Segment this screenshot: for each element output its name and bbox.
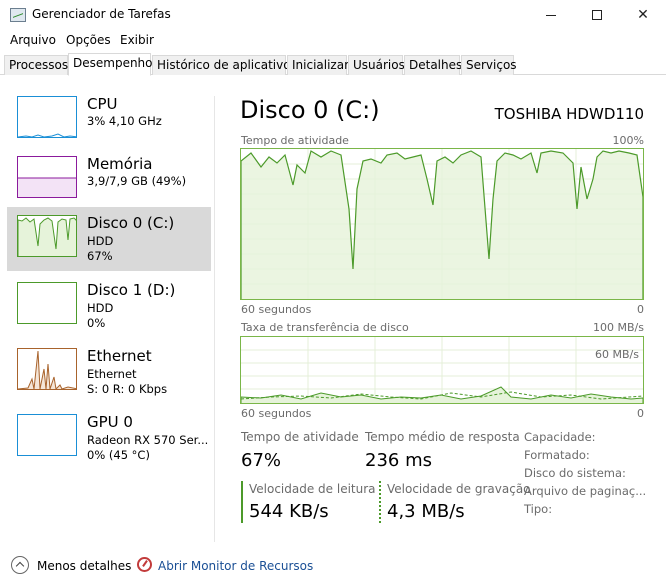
minimize-icon [546,14,556,16]
sidebar-gpu-name: GPU 0 [87,413,133,431]
gpu-thumbnail [17,414,77,456]
sidebar-disco1-type: HDD [87,301,114,315]
transfer-graph-label: Taxa de transferência de disco [241,321,409,334]
prop-tipo: Tipo: [524,502,553,516]
active-time-value: 67% [241,450,282,471]
tab-servicos[interactable]: Serviços [461,55,517,75]
write-speed-indicator [379,481,381,523]
sidebar-memoria-usage: 3,9/7,9 GB (49%) [87,174,187,188]
active-time-graph-label: Tempo de atividade [241,134,349,147]
sidebar-item-ethernet[interactable]: Ethernet Ethernet S: 0 R: 0 Kbps [7,340,211,404]
disk1-thumbnail [17,282,77,324]
sidebar-disco0-type: HDD [87,234,114,248]
resource-list: CPU 3% 4,10 GHz Memória 3,9/7,9 GB (49%)… [0,88,212,468]
response-time-label: Tempo médio de resposta [365,430,520,444]
tab-processos[interactable]: Processos [4,55,68,75]
write-speed-label: Velocidade de gravação [387,482,531,496]
transfer-graph-mid: 60 MB/s [595,348,639,361]
menu-opcoes[interactable]: Opções [66,33,111,47]
less-details-button[interactable]: Menos detalhes [37,559,131,573]
ethernet-mini-graph [18,350,76,389]
active-time-graph [240,148,644,300]
sidebar-cpu-name: CPU [87,95,118,113]
memory-mini-graph [18,177,76,197]
active-time-graph-min: 0 [637,303,644,316]
chevron-up-icon[interactable] [11,556,29,574]
window-title: Gerenciador de Tarefas [32,7,171,21]
tab-historico[interactable]: Histórico de aplicativos [152,55,297,75]
prop-capacidade: Capacidade: [524,430,596,444]
disk-model: TOSHIBA HDWD110 [494,105,644,123]
transfer-graph-min: 0 [637,407,644,420]
tab-detalhes[interactable]: Detalhes [404,55,462,75]
tab-inicializar[interactable]: Inicializar [287,55,349,75]
read-speed-label: Velocidade de leitura [249,482,376,496]
disk0-thumbnail [17,215,77,257]
sidebar-item-gpu-0[interactable]: GPU 0 Radeon RX 570 Ser... 0% (45 °C) [7,406,211,470]
sidebar-item-disco-0[interactable]: Disco 0 (C:) HDD 67% [7,207,211,271]
footer: Menos detalhes Abrir Monitor de Recursos [0,552,666,582]
active-time-graph-max: 100% [612,134,644,147]
tab-desempenho[interactable]: Desempenho [68,53,153,76]
resource-monitor-icon[interactable] [137,557,152,572]
transfer-graph-duration: 60 segundos [241,407,312,420]
menu-bar: Arquivo Opções Exibir [0,31,666,51]
tab-usuarios[interactable]: Usuários [348,55,405,75]
task-manager-icon [10,8,26,22]
prop-disco-sistema: Disco do sistema: [524,466,626,480]
title-bar: Gerenciador de Tarefas ✕ [0,0,666,30]
sidebar-item-disco-1[interactable]: Disco 1 (D:) HDD 0% [7,274,211,338]
active-time-graph-duration: 60 segundos [241,303,312,316]
close-icon: ✕ [637,7,649,23]
menu-exibir[interactable]: Exibir [120,33,154,47]
sidebar-gpu-model: Radeon RX 570 Ser... [87,433,209,447]
read-speed-value: 544 KB/s [249,501,329,522]
minimize-button[interactable] [528,0,574,30]
sidebar-disco0-usage: 67% [87,249,113,263]
active-time-label: Tempo de atividade [241,430,359,444]
sidebar-disco1-usage: 0% [87,316,106,330]
sidebar-cpu-usage: 3% 4,10 GHz [87,114,162,128]
prop-arquivo-paginacao: Arquivo de paginaç... [524,484,647,498]
maximize-icon [592,10,602,20]
transfer-rate-graph: 60 MB/s [240,336,644,404]
sidebar-item-cpu[interactable]: CPU 3% 4,10 GHz [7,88,211,152]
sidebar-disco0-name: Disco 0 (C:) [87,214,175,232]
response-time-value: 236 ms [365,450,432,471]
active-time-graph-svg [241,149,643,299]
sidebar-ethernet-rate: S: 0 R: 0 Kbps [87,382,168,396]
resource-monitor-link[interactable]: Abrir Monitor de Recursos [158,559,313,573]
sidebar-gpu-usage: 0% (45 °C) [87,448,150,462]
transfer-graph-max: 100 MB/s [593,321,644,334]
close-button[interactable]: ✕ [620,0,666,30]
disk0-mini-graph [18,217,76,256]
memory-thumbnail [17,156,77,198]
ethernet-thumbnail [17,348,77,390]
tab-bar: Processos Desempenho Histórico de aplica… [0,53,666,76]
menu-arquivo[interactable]: Arquivo [10,33,56,47]
transfer-rate-graph-svg [241,337,643,403]
sidebar-ethernet-name: Ethernet [87,347,152,365]
sidebar-item-memoria[interactable]: Memória 3,9/7,9 GB (49%) [7,148,211,212]
sidebar-disco1-name: Disco 1 (D:) [87,281,176,299]
sidebar-ethernet-type: Ethernet [87,367,137,381]
panel-divider [214,96,215,542]
prop-formatado: Formatado: [524,448,590,462]
maximize-button[interactable] [574,0,620,30]
read-speed-indicator [241,481,243,523]
cpu-thumbnail [17,96,77,138]
detail-title: Disco 0 (C:) [240,96,380,124]
sidebar-memoria-name: Memória [87,155,153,173]
write-speed-value: 4,3 MB/s [387,501,465,522]
cpu-mini-graph [18,133,76,137]
